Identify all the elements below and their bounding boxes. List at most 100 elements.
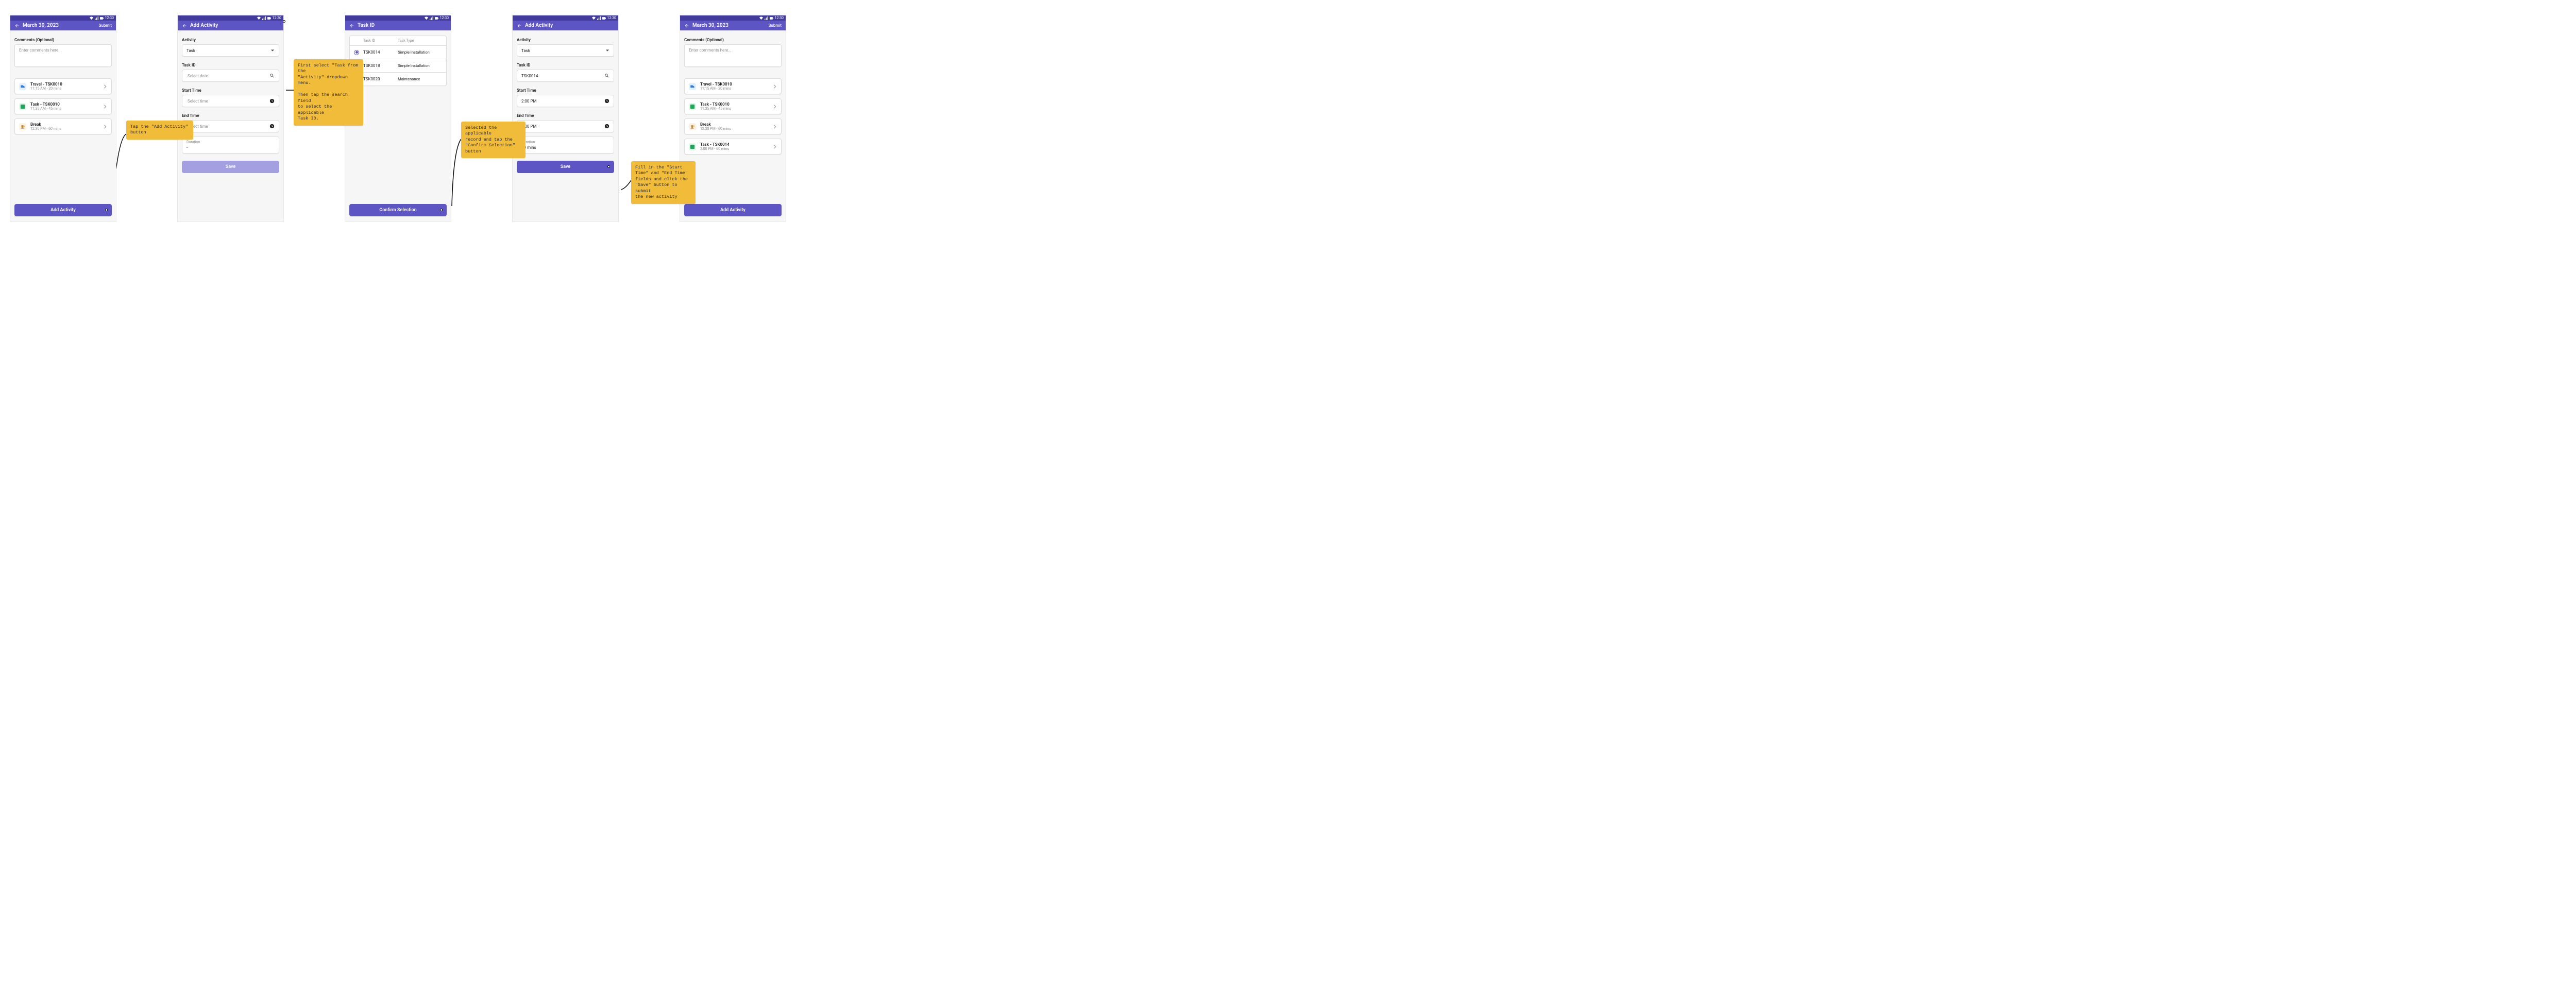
- taskid-cell: TSK0014: [363, 50, 398, 55]
- battery-icon: [100, 16, 104, 20]
- start-time-input[interactable]: 2:00 PM: [517, 95, 614, 107]
- app-bar: Add Activity: [513, 21, 618, 30]
- activity-title: Task - TSK0010: [30, 102, 61, 107]
- comments-input[interactable]: Enter comments here...: [14, 44, 112, 67]
- status-time: 12:30: [607, 16, 616, 20]
- activity-row[interactable]: Task - TSK00142:00 PM - 60 mins: [684, 139, 782, 155]
- clock-icon: [604, 124, 609, 129]
- confirm-selection-button[interactable]: Confirm Selection: [349, 204, 447, 216]
- back-icon[interactable]: [517, 23, 522, 28]
- add-activity-button[interactable]: Add Activity: [684, 204, 782, 216]
- battery-icon: [267, 16, 271, 20]
- signal-icon: [262, 16, 266, 20]
- comments-input[interactable]: Enter comments here...: [684, 44, 782, 67]
- signal-icon: [597, 16, 601, 20]
- pointer-dot: [607, 165, 610, 168]
- table-header: Task ID Task Type: [350, 36, 446, 45]
- activity-row[interactable]: Travel - TSK001011:15 AM - 20 mins: [684, 78, 782, 94]
- battery-icon: [435, 16, 438, 20]
- activity-subtitle: 11:35 AM - 45 mins: [700, 107, 731, 111]
- activity-row[interactable]: Break12:30 PM - 60 mins: [684, 118, 782, 134]
- status-time: 12:30: [775, 16, 784, 20]
- search-icon: [604, 73, 609, 78]
- taskid-cell: TSK0020: [363, 77, 398, 81]
- activity-subtitle: 11:15 AM - 20 mins: [700, 87, 732, 91]
- status-time: 12:30: [440, 16, 449, 20]
- activity-title: Task - TSK0014: [700, 142, 730, 147]
- taskid-search-input[interactable]: [182, 70, 279, 82]
- note-add-activity: Tap the "Add Activity" button: [126, 121, 193, 140]
- taskid-search-input[interactable]: TSK0014: [517, 70, 614, 82]
- comments-placeholder: Enter comments here...: [689, 48, 732, 53]
- tasktype-cell: Simple Installation: [398, 63, 446, 68]
- activity-subtitle: 2:00 PM - 60 mins: [700, 147, 730, 151]
- radio-button[interactable]: [354, 50, 359, 55]
- save-button[interactable]: Save: [517, 161, 614, 173]
- start-time-input[interactable]: [182, 95, 279, 107]
- end-time-input[interactable]: 3:00 PM: [517, 120, 614, 132]
- comments-label: Comments (Optional): [684, 38, 782, 42]
- wifi-icon: [90, 16, 93, 20]
- wifi-icon: [592, 16, 596, 20]
- activity-title: Task - TSK0010: [700, 102, 731, 107]
- duration-display: Duration 60 mins: [517, 137, 614, 154]
- taskid-row[interactable]: TSK0014Simple Installation: [350, 45, 446, 59]
- taskid-row[interactable]: TSK0020Maintenance: [350, 72, 446, 86]
- clock-icon: [269, 124, 275, 129]
- tutorial-flow: Tap the "Add Activity" button First sele…: [10, 15, 786, 221]
- duration-display: Duration -: [182, 137, 279, 154]
- status-bar: 12:30: [10, 15, 116, 21]
- chevron-down-icon: [605, 48, 609, 53]
- activity-label: Activity: [182, 38, 279, 42]
- tasktype-cell: Maintenance: [398, 77, 446, 81]
- back-icon[interactable]: [349, 23, 354, 28]
- back-icon[interactable]: [684, 23, 689, 28]
- taskid-row[interactable]: TSK0018Simple Installation: [350, 59, 446, 72]
- activity-label: Activity: [517, 38, 614, 42]
- clock-icon: [269, 98, 275, 104]
- battery-icon: [770, 16, 773, 20]
- app-bar: Task ID: [345, 21, 451, 30]
- signal-icon: [430, 16, 433, 20]
- screen-2-add-activity-blank: 12:30 Add Activity Activity Task Task ID…: [178, 15, 283, 221]
- signal-icon: [765, 16, 768, 20]
- status-bar: 12:30: [680, 15, 786, 21]
- page-title: March 30, 2023: [23, 23, 96, 28]
- activity-subtitle: 11:15 AM - 20 mins: [30, 87, 62, 91]
- back-icon[interactable]: [14, 23, 20, 28]
- status-time: 12:30: [105, 16, 114, 20]
- activity-dropdown[interactable]: Task: [517, 44, 614, 57]
- back-icon[interactable]: [182, 23, 187, 28]
- pointer-dot: [105, 209, 108, 211]
- save-button[interactable]: Save: [182, 161, 279, 173]
- page-title: Add Activity: [190, 23, 279, 28]
- activity-row[interactable]: Task - TSK001011:35 AM - 45 mins: [684, 98, 782, 114]
- search-icon: [269, 73, 275, 78]
- activity-subtitle: 12:30 PM - 60 mins: [30, 127, 61, 131]
- activity-row[interactable]: Break12:30 PM - 60 mins: [14, 118, 112, 134]
- end-time-input[interactable]: [182, 120, 279, 132]
- wifi-icon: [759, 16, 763, 20]
- end-time-label: End Time: [517, 113, 614, 118]
- add-activity-button[interactable]: Add Activity: [14, 204, 112, 216]
- submit-button[interactable]: Submit: [99, 23, 112, 28]
- activity-row[interactable]: Task - TSK001011:35 AM - 45 mins: [14, 98, 112, 114]
- screen-4-add-activity-filled: 12:30 Add Activity Activity Task Task ID…: [513, 15, 618, 221]
- chevron-down-icon: [270, 48, 275, 53]
- activity-dropdown[interactable]: Task: [182, 44, 279, 57]
- activity-title: Break: [700, 122, 731, 127]
- page-title: March 30, 2023: [692, 23, 766, 28]
- activity-title: Travel - TSK0010: [30, 82, 62, 87]
- screen-1-activity-log: 12:30 March 30, 2023 Submit Comments (Op…: [10, 15, 116, 221]
- pointer-dot: [283, 20, 285, 23]
- app-bar: March 30, 2023 Submit: [680, 21, 786, 30]
- activity-subtitle: 11:35 AM - 45 mins: [30, 107, 61, 111]
- app-bar: Add Activity: [178, 21, 283, 30]
- comments-placeholder: Enter comments here...: [19, 48, 62, 53]
- status-bar: 12:30: [178, 15, 283, 21]
- page-title: Task ID: [358, 23, 447, 28]
- taskid-cell: TSK0018: [363, 63, 398, 68]
- battery-icon: [602, 16, 606, 20]
- activity-row[interactable]: Travel - TSK001011:15 AM - 20 mins: [14, 78, 112, 94]
- submit-button[interactable]: Submit: [769, 23, 782, 28]
